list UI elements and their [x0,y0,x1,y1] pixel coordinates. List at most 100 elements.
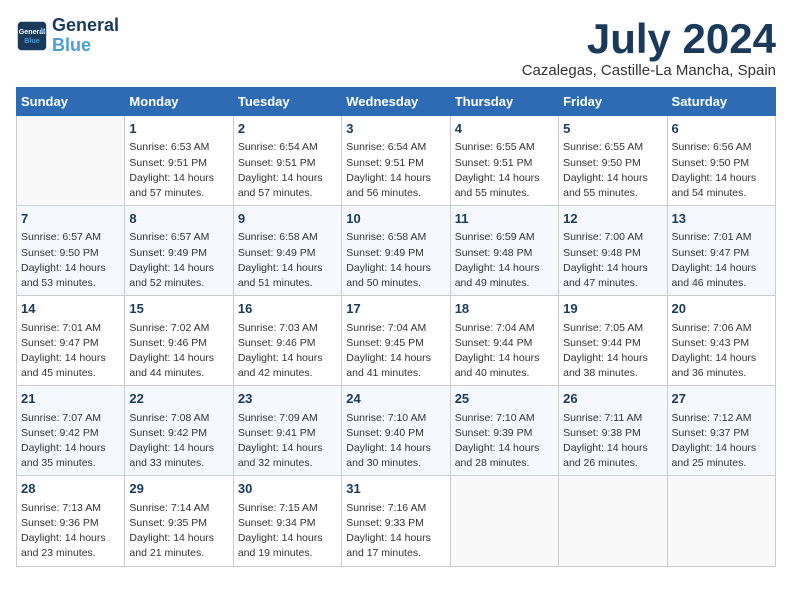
calendar-cell: 22 Sunrise: 7:08 AMSunset: 9:42 PMDayligh… [125,386,233,476]
calendar-cell: 18 Sunrise: 7:04 AMSunset: 9:44 PMDayligh… [450,296,558,386]
calendar-cell: 10 Sunrise: 6:58 AMSunset: 9:49 PMDayligh… [342,206,450,296]
svg-text:Blue: Blue [24,37,39,45]
calendar-cell: 25 Sunrise: 7:10 AMSunset: 9:39 PMDayligh… [450,386,558,476]
day-info: Sunrise: 7:01 AMSunset: 9:47 PMDaylight:… [21,321,120,382]
day-info: Sunrise: 7:08 AMSunset: 9:42 PMDaylight:… [129,411,228,472]
week-row-1: 1Sunrise: 6:53 AMSunset: 9:51 PMDaylight… [17,116,776,206]
calendar-cell: 26Sunrise: 7:11 AMSunset: 9:38 PMDayligh… [559,386,667,476]
calendar-subtitle: Cazalegas, Castille-La Mancha, Spain [522,62,776,79]
day-info: Sunrise: 7:14 AMSunset: 9:35 PMDaylight:… [129,501,228,562]
day-number: 13 [672,210,771,228]
weekday-header-friday: Friday [559,88,667,116]
day-number: 21 [21,390,120,408]
day-number: 8 [129,210,228,228]
day-number: 11 [455,210,554,228]
day-info: Sunrise: 7:12 AMSunset: 9:37 PMDaylight:… [672,411,771,472]
day-info: Sunrise: 7:09 AMSunset: 9:41 PMDaylight:… [238,411,337,472]
day-number: 22 [129,390,228,408]
calendar-title: July 2024 [522,16,776,62]
day-number: 12 [563,210,662,228]
calendar-cell [17,116,125,206]
day-number: 29 [129,480,228,498]
day-info: Sunrise: 6:57 AMSunset: 9:50 PMDaylight:… [21,230,120,291]
logo-icon: General Blue [16,20,48,52]
day-info: Sunrise: 6:54 AMSunset: 9:51 PMDaylight:… [346,140,445,201]
calendar-cell: 21 Sunrise: 7:07 AMSunset: 9:42 PMDayligh… [17,386,125,476]
calendar-cell: 30Sunrise: 7:15 AMSunset: 9:34 PMDayligh… [233,476,341,566]
day-number: 24 [346,390,445,408]
day-number: 18 [455,300,554,318]
day-info: Sunrise: 7:11 AMSunset: 9:38 PMDaylight:… [563,411,662,472]
day-info: Sunrise: 7:04 AMSunset: 9:45 PMDaylight:… [346,321,445,382]
day-info: Sunrise: 6:56 AMSunset: 9:50 PMDaylight:… [672,140,771,201]
logo-text: General Blue [52,16,119,56]
weekday-header-saturday: Saturday [667,88,775,116]
week-row-2: 7 Sunrise: 6:57 AMSunset: 9:50 PMDaylight… [17,206,776,296]
day-number: 16 [238,300,337,318]
weekday-header-row: SundayMondayTuesdayWednesdayThursdayFrid… [17,88,776,116]
day-number: 7 [21,210,120,228]
calendar-cell: 5 Sunrise: 6:55 AMSunset: 9:50 PMDaylight… [559,116,667,206]
day-info: Sunrise: 7:00 AMSunset: 9:48 PMDaylight:… [563,230,662,291]
week-row-4: 21 Sunrise: 7:07 AMSunset: 9:42 PMDayligh… [17,386,776,476]
day-info: Sunrise: 7:10 AMSunset: 9:39 PMDaylight:… [455,411,554,472]
day-number: 1 [129,120,228,138]
day-info: Sunrise: 7:02 AMSunset: 9:46 PMDaylight:… [129,321,228,382]
calendar-cell: 11 Sunrise: 6:59 AMSunset: 9:48 PMDayligh… [450,206,558,296]
day-number: 6 [672,120,771,138]
calendar-cell: 8Sunrise: 6:57 AMSunset: 9:49 PMDaylight… [125,206,233,296]
day-info: Sunrise: 6:58 AMSunset: 9:49 PMDaylight:… [238,230,337,291]
calendar-cell: 15 Sunrise: 7:02 AMSunset: 9:46 PMDayligh… [125,296,233,386]
day-number: 27 [672,390,771,408]
day-number: 19 [563,300,662,318]
day-number: 14 [21,300,120,318]
day-number: 9 [238,210,337,228]
calendar-cell: 7 Sunrise: 6:57 AMSunset: 9:50 PMDaylight… [17,206,125,296]
calendar-cell: 28 Sunrise: 7:13 AMSunset: 9:36 PMDayligh… [17,476,125,566]
weekday-header-tuesday: Tuesday [233,88,341,116]
calendar-cell: 6 Sunrise: 6:56 AMSunset: 9:50 PMDaylight… [667,116,775,206]
day-number: 20 [672,300,771,318]
calendar-cell: 17 Sunrise: 7:04 AMSunset: 9:45 PMDayligh… [342,296,450,386]
day-number: 15 [129,300,228,318]
day-info: Sunrise: 6:55 AMSunset: 9:50 PMDaylight:… [563,140,662,201]
day-number: 2 [238,120,337,138]
calendar-cell: 24Sunrise: 7:10 AMSunset: 9:40 PMDayligh… [342,386,450,476]
day-info: Sunrise: 7:06 AMSunset: 9:43 PMDaylight:… [672,321,771,382]
day-info: Sunrise: 7:13 AMSunset: 9:36 PMDaylight:… [21,501,120,562]
calendar-cell: 9 Sunrise: 6:58 AMSunset: 9:49 PMDaylight… [233,206,341,296]
day-number: 31 [346,480,445,498]
calendar-cell [559,476,667,566]
day-info: Sunrise: 7:01 AMSunset: 9:47 PMDaylight:… [672,230,771,291]
day-number: 17 [346,300,445,318]
calendar-cell: 3Sunrise: 6:54 AMSunset: 9:51 PMDaylight… [342,116,450,206]
day-info: Sunrise: 7:04 AMSunset: 9:44 PMDaylight:… [455,321,554,382]
day-number: 4 [455,120,554,138]
day-number: 5 [563,120,662,138]
calendar-cell: 16Sunrise: 7:03 AMSunset: 9:46 PMDayligh… [233,296,341,386]
day-info: Sunrise: 7:05 AMSunset: 9:44 PMDaylight:… [563,321,662,382]
calendar-cell: 12 Sunrise: 7:00 AMSunset: 9:48 PMDayligh… [559,206,667,296]
day-number: 10 [346,210,445,228]
week-row-5: 28 Sunrise: 7:13 AMSunset: 9:36 PMDayligh… [17,476,776,566]
weekday-header-monday: Monday [125,88,233,116]
day-number: 23 [238,390,337,408]
calendar-cell: 19 Sunrise: 7:05 AMSunset: 9:44 PMDayligh… [559,296,667,386]
day-info: Sunrise: 7:07 AMSunset: 9:42 PMDaylight:… [21,411,120,472]
title-section: July 2024 Cazalegas, Castille-La Mancha,… [522,16,776,79]
day-number: 25 [455,390,554,408]
week-row-3: 14 Sunrise: 7:01 AMSunset: 9:47 PMDayligh… [17,296,776,386]
calendar-cell: 13 Sunrise: 7:01 AMSunset: 9:47 PMDayligh… [667,206,775,296]
weekday-header-sunday: Sunday [17,88,125,116]
day-info: Sunrise: 6:59 AMSunset: 9:48 PMDaylight:… [455,230,554,291]
calendar-cell: 23 Sunrise: 7:09 AMSunset: 9:41 PMDayligh… [233,386,341,476]
weekday-header-wednesday: Wednesday [342,88,450,116]
calendar-cell: 27 Sunrise: 7:12 AMSunset: 9:37 PMDayligh… [667,386,775,476]
day-info: Sunrise: 6:58 AMSunset: 9:49 PMDaylight:… [346,230,445,291]
logo: General Blue General Blue [16,16,119,56]
day-number: 28 [21,480,120,498]
page-header: General Blue General Blue July 2024 Caza… [16,16,776,79]
calendar-cell: 29 Sunrise: 7:14 AMSunset: 9:35 PMDayligh… [125,476,233,566]
calendar-cell [667,476,775,566]
day-info: Sunrise: 6:54 AMSunset: 9:51 PMDaylight:… [238,140,337,201]
